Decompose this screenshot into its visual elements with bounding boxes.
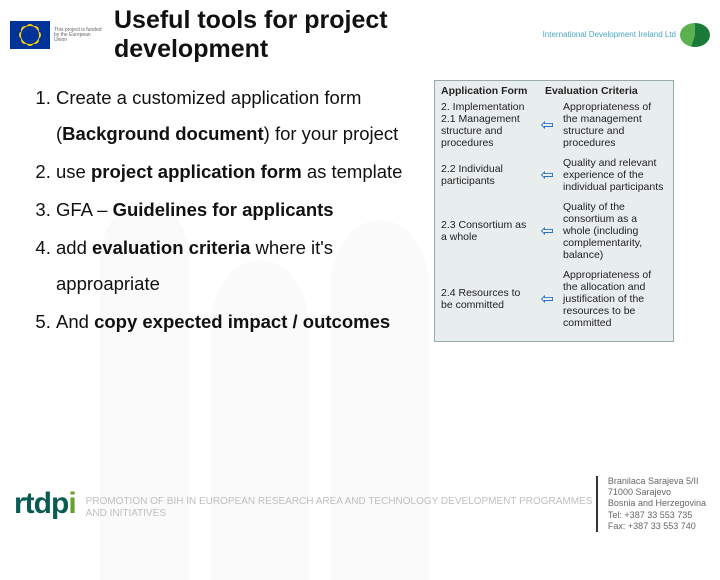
cell-left: 2.4 Resources to be committed: [441, 287, 531, 311]
cell-left: 2.2 Individual participants: [441, 163, 531, 187]
text: ) for your project: [264, 123, 399, 144]
logo-text-accent: i: [68, 487, 75, 520]
diagram-row: 2.4 Resources to be committed ⇦ Appropri…: [435, 267, 673, 335]
diagram-header: Application Form Evaluation Criteria: [435, 81, 673, 99]
text: use: [56, 161, 91, 182]
diagram-row: 2. Implementation 2.1 Management structu…: [435, 99, 673, 155]
page-title: Useful tools for project development: [114, 6, 543, 64]
slide-footer: rtdpi PROMOTION OF BIH IN EUROPEAN RESEA…: [0, 476, 720, 532]
footer-contact: Branilaca Sarajeva 5/II 71000 Sarajevo B…: [596, 476, 706, 532]
cell-right: Quality and relevant experience of the i…: [563, 157, 667, 193]
eu-flag-icon: [10, 21, 50, 49]
diagram-row: 2.2 Individual participants ⇦ Quality an…: [435, 155, 673, 199]
text-bold: evaluation criteria: [92, 237, 250, 258]
list-item: And copy expected impact / outcomes: [56, 304, 422, 340]
cell-right: Appropriateness of the allocation and ju…: [563, 269, 667, 329]
text-bold: Guidelines for applicants: [113, 199, 334, 220]
cell-right: Appropriateness of the management struct…: [563, 101, 667, 149]
content: Create a customized application form (Ba…: [0, 68, 720, 342]
text-bold: Background document: [62, 123, 263, 144]
idi-text: International Development Ireland Ltd: [543, 31, 676, 39]
cell-left: 2.3 Consortium as a whole: [441, 219, 531, 243]
arrow-left-icon: ⇦: [531, 115, 563, 135]
col-header: Application Form: [441, 85, 545, 97]
list-item: Create a customized application form (Ba…: [56, 80, 422, 152]
numbered-list: Create a customized application form (Ba…: [32, 80, 422, 342]
arrow-left-icon: ⇦: [531, 165, 563, 185]
arrow-left-icon: ⇦: [531, 289, 563, 309]
text: as template: [302, 161, 403, 182]
text-bold: copy expected impact / outcomes: [94, 311, 390, 332]
col-header: Evaluation Criteria: [545, 85, 667, 97]
rtdpi-logo: rtdpi: [14, 487, 76, 521]
diagram-row: 2.3 Consortium as a whole ⇦ Quality of t…: [435, 199, 673, 267]
footer-mid-text: PROMOTION OF BIH IN EUROPEAN RESEARCH AR…: [76, 496, 596, 520]
list-item: add evaluation criteria where it's appro…: [56, 230, 422, 302]
cell-right: Quality of the consortium as a whole (in…: [563, 201, 667, 261]
criteria-diagram: Application Form Evaluation Criteria 2. …: [434, 80, 674, 342]
text-bold: project application form: [91, 161, 302, 182]
text: And: [56, 311, 94, 332]
cell-left: 2. Implementation 2.1 Management structu…: [441, 101, 531, 149]
slide-header: This project is funded by the European U…: [0, 0, 720, 68]
idi-swirl-icon: [680, 23, 710, 47]
text: add: [56, 237, 92, 258]
arrow-left-icon: ⇦: [531, 221, 563, 241]
idi-logo: International Development Ireland Ltd: [543, 23, 710, 47]
logo-text: rtdp: [14, 487, 68, 520]
list-item: GFA – Guidelines for applicants: [56, 192, 422, 228]
eu-caption: This project is funded by the European U…: [54, 28, 102, 43]
text: GFA –: [56, 199, 113, 220]
list-item: use project application form as template: [56, 154, 422, 190]
